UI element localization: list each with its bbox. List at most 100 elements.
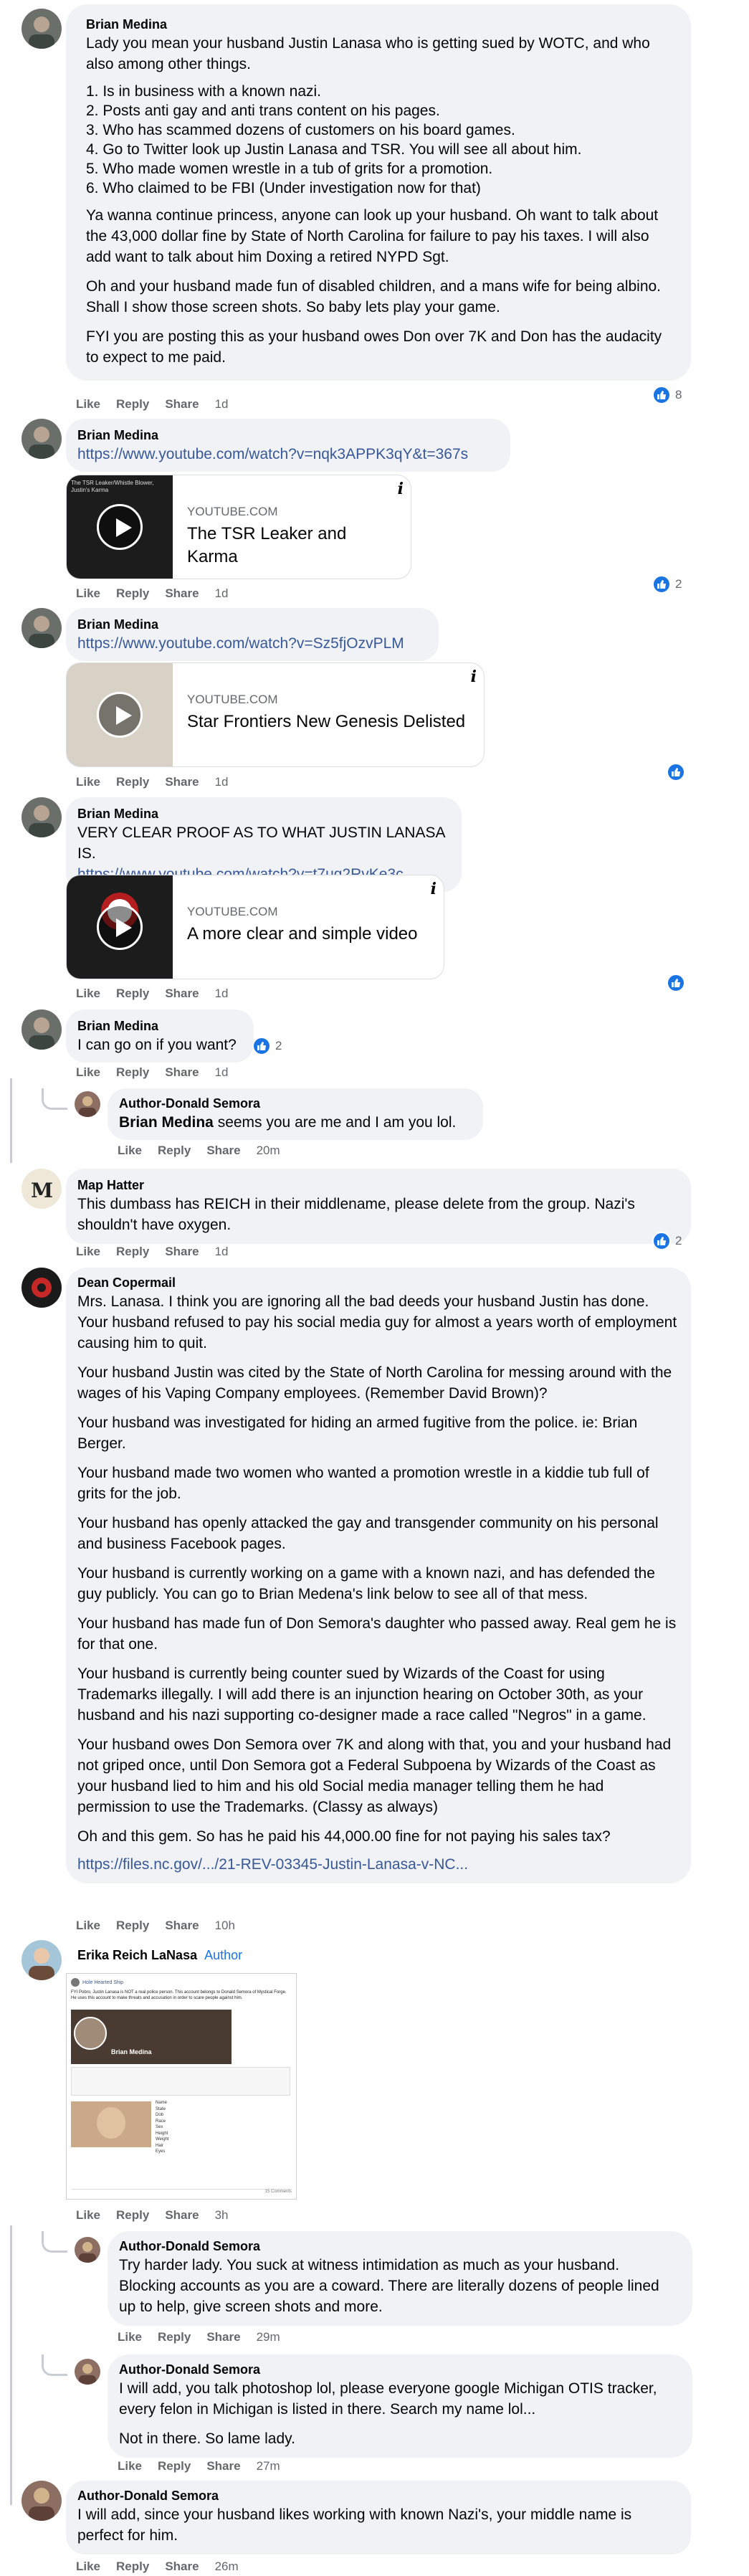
- share-button[interactable]: Share: [165, 1245, 199, 1259]
- like-button[interactable]: Like: [118, 1144, 142, 1158]
- comment-author[interactable]: Brian Medina: [77, 427, 500, 444]
- like-button[interactable]: Like: [76, 1919, 100, 1933]
- reaction-count[interactable]: 8: [652, 386, 682, 404]
- comment-bubble: Dean Copermail Mrs. Lanasa. I think you …: [66, 1268, 691, 1883]
- shot-photo: [71, 2101, 151, 2147]
- comment-bubble: Map Hatter This dumbass has REICH in the…: [66, 1169, 691, 1244]
- like-button[interactable]: Like: [76, 586, 100, 601]
- comment-author[interactable]: Author-Donald Semora: [119, 1095, 473, 1112]
- reaction-count[interactable]: 2: [652, 1232, 682, 1250]
- avatar[interactable]: M: [22, 1169, 62, 1209]
- link-preview-card[interactable]: YOUTUBE.COM A more clear and simple vide…: [66, 875, 444, 979]
- timestamp[interactable]: 20m: [257, 1144, 280, 1158]
- document-link[interactable]: https://files.nc.gov/.../21-REV-03345-Ju…: [77, 1854, 678, 1875]
- timestamp[interactable]: 1d: [215, 987, 229, 1001]
- timestamp[interactable]: 1d: [215, 397, 229, 412]
- comment-author[interactable]: Brian Medina: [86, 16, 671, 33]
- avatar[interactable]: [22, 1268, 62, 1308]
- reaction-number: 8: [675, 388, 682, 401]
- avatar[interactable]: [22, 1009, 62, 1050]
- play-icon[interactable]: [97, 504, 143, 550]
- like-button[interactable]: Like: [76, 775, 100, 789]
- timestamp[interactable]: 1d: [215, 586, 229, 601]
- like-reaction-icon: [652, 575, 671, 594]
- like-button[interactable]: Like: [76, 1065, 100, 1080]
- like-button[interactable]: Like: [76, 2208, 100, 2223]
- reply-button[interactable]: Reply: [116, 1919, 149, 1933]
- reply-button[interactable]: Reply: [116, 1245, 149, 1259]
- comment-author[interactable]: Author-Donald Semora: [77, 2488, 678, 2504]
- avatar[interactable]: [22, 9, 62, 49]
- comment-bubble: Brian Medina I can go on if you want?: [66, 1009, 254, 1063]
- avatar[interactable]: [75, 2359, 100, 2385]
- timestamp[interactable]: 27m: [257, 2459, 280, 2473]
- comment-author[interactable]: Dean Copermail: [77, 1275, 678, 1291]
- share-button[interactable]: Share: [165, 397, 199, 412]
- play-icon[interactable]: [97, 692, 143, 738]
- like-button[interactable]: Like: [76, 987, 100, 1001]
- reply-button[interactable]: Reply: [116, 775, 149, 789]
- share-button[interactable]: Share: [206, 2459, 240, 2473]
- comment-author[interactable]: Map Hatter: [77, 1177, 678, 1194]
- share-button[interactable]: Share: [206, 1144, 240, 1158]
- share-button[interactable]: Share: [165, 987, 199, 1001]
- share-button[interactable]: Share: [165, 1919, 199, 1933]
- share-button[interactable]: Share: [165, 775, 199, 789]
- reaction-count[interactable]: 2: [652, 575, 682, 594]
- share-button[interactable]: Share: [165, 2208, 199, 2223]
- youtube-link[interactable]: https://www.youtube.com/watch?v=nqk3APPK…: [77, 444, 500, 465]
- like-button[interactable]: Like: [76, 397, 100, 412]
- youtube-link[interactable]: https://www.youtube.com/watch?v=Sz5fjOzv…: [77, 633, 429, 654]
- share-button[interactable]: Share: [206, 2330, 240, 2344]
- timestamp[interactable]: 1d: [215, 1245, 229, 1259]
- timestamp[interactable]: 3h: [215, 2208, 229, 2223]
- reaction-count[interactable]: 2: [252, 1037, 282, 1055]
- comment-author[interactable]: Brian Medina: [77, 1018, 244, 1035]
- reaction-count[interactable]: [667, 763, 685, 781]
- play-icon[interactable]: [97, 904, 143, 950]
- avatar[interactable]: [22, 2481, 62, 2521]
- share-button[interactable]: Share: [165, 2560, 199, 2574]
- link-preview-card[interactable]: YOUTUBE.COM Star Frontiers New Genesis D…: [66, 662, 485, 767]
- timestamp[interactable]: 1d: [215, 775, 229, 789]
- avatar[interactable]: [22, 608, 62, 648]
- timestamp[interactable]: 10h: [215, 1919, 235, 1933]
- avatar[interactable]: [75, 2237, 100, 2263]
- reply-button[interactable]: Reply: [158, 2459, 191, 2473]
- reply-button[interactable]: Reply: [116, 397, 149, 412]
- reply-button[interactable]: Reply: [158, 1144, 191, 1158]
- comment-author[interactable]: Author-Donald Semora: [119, 2362, 679, 2378]
- like-button[interactable]: Like: [118, 2459, 142, 2473]
- mention-link[interactable]: Brian Medina: [119, 1114, 214, 1131]
- reply-button[interactable]: Reply: [158, 2330, 191, 2344]
- reaction-count[interactable]: [667, 974, 685, 992]
- comment-author[interactable]: Brian Medina: [77, 617, 429, 633]
- comment-author[interactable]: Author-Donald Semora: [119, 2238, 679, 2255]
- share-button[interactable]: Share: [165, 586, 199, 601]
- info-icon[interactable]: i: [398, 480, 404, 498]
- timestamp[interactable]: 1d: [215, 1065, 229, 1080]
- reply-button[interactable]: Reply: [116, 586, 149, 601]
- timestamp[interactable]: 26m: [215, 2560, 239, 2574]
- like-button[interactable]: Like: [76, 2560, 100, 2574]
- thumbnail-caption: The TSR Leaker/Whistle Blower, Justin's …: [71, 480, 154, 493]
- info-icon[interactable]: i: [431, 880, 436, 898]
- screenshot-image[interactable]: Hole Hearted Ship FYI Pobro, Justin Lana…: [66, 1973, 297, 2200]
- avatar[interactable]: [75, 1091, 100, 1117]
- link-preview-card[interactable]: The TSR Leaker/Whistle Blower, Justin's …: [66, 475, 411, 579]
- like-button[interactable]: Like: [118, 2330, 142, 2344]
- reply-button[interactable]: Reply: [116, 2208, 149, 2223]
- comment-author[interactable]: Erika Reich LaNasa: [77, 1948, 197, 1962]
- comment-text: Mrs. Lanasa. I think you are ignoring al…: [77, 1291, 678, 1847]
- avatar[interactable]: [22, 419, 62, 459]
- reply-button[interactable]: Reply: [116, 987, 149, 1001]
- like-button[interactable]: Like: [76, 1245, 100, 1259]
- timestamp[interactable]: 29m: [257, 2330, 280, 2344]
- reply-button[interactable]: Reply: [116, 1065, 149, 1080]
- avatar[interactable]: [22, 1940, 62, 1980]
- info-icon[interactable]: i: [471, 667, 477, 686]
- comment-author[interactable]: Brian Medina: [77, 806, 452, 822]
- reply-button[interactable]: Reply: [116, 2560, 149, 2574]
- share-button[interactable]: Share: [165, 1065, 199, 1080]
- avatar[interactable]: [22, 797, 62, 837]
